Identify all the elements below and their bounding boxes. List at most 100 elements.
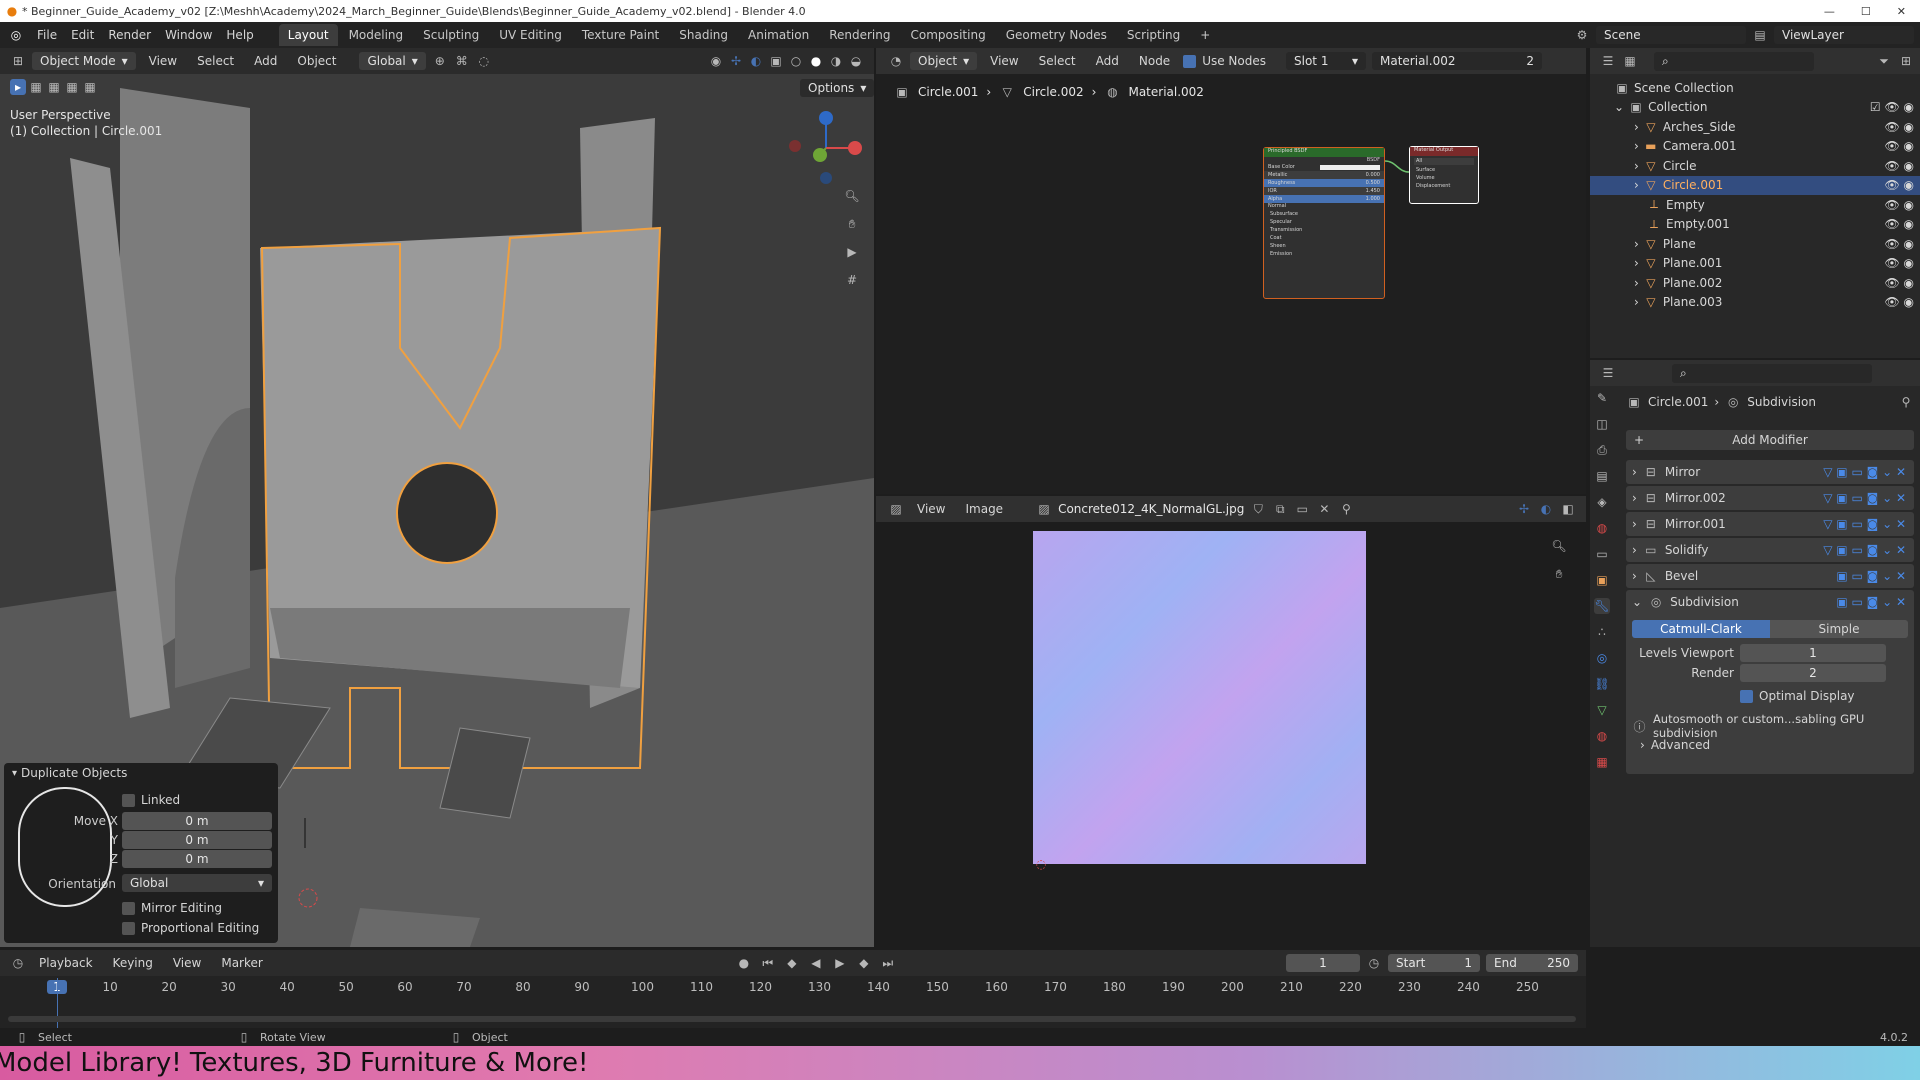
gizmo-icon[interactable]: ✢ bbox=[728, 53, 744, 69]
advanced-subpanel[interactable]: › Advanced bbox=[1640, 738, 1710, 752]
tab-animation[interactable]: Animation bbox=[739, 24, 818, 46]
visibility-icon[interactable]: 👁︎ ◉ bbox=[1884, 295, 1914, 309]
outliner-item[interactable]: › ▽ Plane.003 👁︎ ◉ bbox=[1590, 293, 1920, 313]
levels-viewport-field[interactable]: 1 bbox=[1740, 644, 1886, 662]
editor-type-icon[interactable]: ⊞ bbox=[10, 53, 26, 69]
outliner-item[interactable]: › ▬ Camera.001 👁︎ ◉ bbox=[1590, 137, 1920, 157]
record-icon[interactable]: ● bbox=[736, 955, 752, 971]
tab-scripting[interactable]: Scripting bbox=[1118, 24, 1189, 46]
tab-shading[interactable]: Shading bbox=[670, 24, 737, 46]
catmull-clark-button[interactable]: Catmull-Clark bbox=[1632, 620, 1770, 638]
menu-file[interactable]: File bbox=[30, 28, 64, 42]
ortho-grid-icon[interactable]: # bbox=[844, 272, 860, 288]
next-keyframe-icon[interactable]: ◆ bbox=[856, 955, 872, 971]
mirror-editing-checkbox[interactable] bbox=[122, 901, 135, 915]
visibility-icon[interactable]: ◉ bbox=[708, 53, 724, 69]
output-tab-icon[interactable]: ⎙ bbox=[1594, 442, 1610, 458]
visibility-icon[interactable]: 👁︎ ◉ bbox=[1884, 178, 1914, 192]
close-icon[interactable]: ✕ bbox=[1897, 5, 1906, 18]
display-channels-icon[interactable]: ◧ bbox=[1560, 501, 1576, 517]
proportional-editing-checkbox[interactable] bbox=[122, 921, 135, 935]
menu-help[interactable]: Help bbox=[219, 28, 260, 42]
outliner-item-selected[interactable]: › ▽ Circle.001 👁︎ ◉ bbox=[1590, 175, 1920, 195]
zoom-icon[interactable]: 🔍︎ bbox=[1551, 538, 1567, 554]
material-shading-icon[interactable]: ◑ bbox=[828, 53, 844, 69]
overlay-icon[interactable]: ◐ bbox=[748, 53, 764, 69]
modifier-toggles[interactable]: ▽ ▣ ▭ ◙ ⌄ ✕ bbox=[1823, 517, 1906, 531]
wireframe-shading-icon[interactable]: ○ bbox=[788, 53, 804, 69]
snap-icon[interactable]: ⌘ bbox=[454, 53, 470, 69]
gizmo-icon[interactable]: ✢ bbox=[1516, 501, 1532, 517]
tab-texture-paint[interactable]: Texture Paint bbox=[573, 24, 668, 46]
timeline-menu-marker[interactable]: Marker bbox=[214, 956, 269, 970]
view-layer-selector[interactable]: ViewLayer bbox=[1774, 26, 1914, 44]
tab-layout[interactable]: Layout bbox=[278, 24, 338, 46]
tab-compositing[interactable]: Compositing bbox=[901, 24, 994, 46]
xray-icon[interactable]: ▣ bbox=[768, 53, 784, 69]
start-frame-field[interactable]: Start 1 bbox=[1388, 954, 1480, 972]
outliner-item[interactable]: › ▽ Circle 👁︎ ◉ bbox=[1590, 156, 1920, 176]
modifier-toggles[interactable]: ▽ ▣ ▭ ◙ ⌄ ✕ bbox=[1823, 465, 1906, 479]
fake-user-icon[interactable]: ⛉ bbox=[1250, 501, 1266, 517]
editor-type-icon[interactable]: ▨ bbox=[888, 501, 904, 517]
viewport-menu-object[interactable]: Object bbox=[290, 54, 343, 68]
current-frame-field[interactable]: 1 bbox=[1286, 954, 1360, 972]
jump-end-icon[interactable]: ⏭ bbox=[880, 955, 896, 971]
viewport-menu-view[interactable]: View bbox=[142, 54, 184, 68]
shader-node-editor[interactable]: ◔ Object ▾ View Select Add Node Use Nodes… bbox=[876, 48, 1586, 494]
blender-menu-icon[interactable]: ◎ bbox=[8, 27, 24, 43]
proportional-icon[interactable]: ◌ bbox=[476, 53, 492, 69]
visibility-icon[interactable]: 👁︎ ◉ bbox=[1884, 276, 1914, 290]
image-name[interactable]: Concrete012_4K_NormalGL.jpg bbox=[1058, 502, 1244, 516]
render-tab-icon[interactable]: ◫ bbox=[1594, 416, 1610, 432]
move-x-field[interactable]: 0 m bbox=[122, 812, 272, 830]
image-menu-view[interactable]: View bbox=[910, 502, 952, 516]
tool-tab-icon[interactable]: ✎ bbox=[1594, 390, 1610, 406]
maximize-icon[interactable]: ☐ bbox=[1861, 5, 1871, 18]
tab-rendering[interactable]: Rendering bbox=[820, 24, 899, 46]
properties-editor[interactable]: ☰ ⌕ ✎ ◫ ⎙ ▤ ◈ ◍ ▭ ▣ 🔧︎ ∴ ◎ ⛓ ▽ ◍ ▦ ▣ Cir… bbox=[1590, 360, 1920, 947]
outliner-item[interactable]: › ▽ Plane.001 👁︎ ◉ bbox=[1590, 254, 1920, 274]
modifier-mirror-002[interactable]: › ⊟ Mirror.002 ▽ ▣ ▭ ◙ ⌄ ✕ bbox=[1626, 486, 1914, 510]
editor-type-icon[interactable]: ☰ bbox=[1600, 365, 1616, 381]
outliner-item[interactable]: › ▽ Arches_Side 👁︎ ◉ bbox=[1590, 117, 1920, 137]
tab-modeling[interactable]: Modeling bbox=[340, 24, 413, 46]
viewport-menu-select[interactable]: Select bbox=[190, 54, 241, 68]
outliner-item[interactable]: › ▽ Plane 👁︎ ◉ bbox=[1590, 234, 1920, 254]
menu-edit[interactable]: Edit bbox=[64, 28, 101, 42]
modifier-toggles[interactable]: ▣ ▭ ◙ ⌄ ✕ bbox=[1836, 595, 1906, 609]
new-image-icon[interactable]: ⧉ bbox=[1272, 501, 1288, 517]
modifier-toggles[interactable]: ▣ ▭ ◙ ⌄ ✕ bbox=[1836, 569, 1906, 583]
mode-selector[interactable]: Object Mode ▾ bbox=[32, 52, 136, 70]
visibility-icon[interactable]: 👁︎ ◉ bbox=[1884, 159, 1914, 173]
overlay-icon[interactable]: ◐ bbox=[1538, 501, 1554, 517]
image-menu-image[interactable]: Image bbox=[958, 502, 1010, 516]
modifier-bevel[interactable]: › ◺ Bevel ▣ ▭ ◙ ⌄ ✕ bbox=[1626, 564, 1914, 588]
3d-viewport[interactable]: ⊞ Object Mode ▾ View Select Add Object Gl… bbox=[0, 48, 874, 947]
visibility-icon[interactable]: 👁︎ ◉ bbox=[1884, 217, 1914, 231]
pan-hand-icon[interactable]: ✋︎ bbox=[844, 216, 860, 232]
timeline-menu-playback[interactable]: Playback bbox=[32, 956, 100, 970]
simple-button[interactable]: Simple bbox=[1770, 620, 1908, 638]
pin-icon[interactable]: ⚲ bbox=[1338, 501, 1354, 517]
outliner-item[interactable]: ⟂ Empty.001 👁︎ ◉ bbox=[1590, 215, 1920, 235]
modifier-mirror[interactable]: › ⊟ Mirror ▽ ▣ ▭ ◙ ⌄ ✕ bbox=[1626, 460, 1914, 484]
visibility-icon[interactable]: 👁︎ ◉ bbox=[1884, 256, 1914, 270]
timeline-ruler[interactable]: 1102030405060708090100110120130140150160… bbox=[0, 976, 1586, 1028]
timeline-menu-view[interactable]: View bbox=[166, 956, 208, 970]
timeline[interactable]: ◷ Playback Keying View Marker ● ⏮ ◆ ◀ ▶ … bbox=[0, 950, 1586, 1028]
add-workspace-icon[interactable]: + bbox=[1191, 24, 1219, 46]
filter-icon[interactable]: ⏷ bbox=[1876, 53, 1892, 69]
exclude-checkbox-icon[interactable]: ☑ 👁︎ ◉ bbox=[1870, 100, 1914, 114]
select-subtract-icon[interactable]: ▦ bbox=[64, 79, 80, 95]
move-z-field[interactable]: 0 m bbox=[122, 850, 272, 868]
select-invert-icon[interactable]: ▦ bbox=[82, 79, 98, 95]
select-extend-icon[interactable]: ▦ bbox=[46, 79, 62, 95]
visibility-icon[interactable]: 👁︎ ◉ bbox=[1884, 120, 1914, 134]
orientation-dropdown[interactable]: Global ▾ bbox=[122, 874, 272, 892]
chevron-down-icon[interactable]: ▾ bbox=[12, 768, 17, 779]
modifier-solidify[interactable]: › ▭ Solidify ▽ ▣ ▭ ◙ ⌄ ✕ bbox=[1626, 538, 1914, 562]
tab-uv-editing[interactable]: UV Editing bbox=[490, 24, 571, 46]
pan-hand-icon[interactable]: ✋︎ bbox=[1551, 566, 1567, 582]
modifier-subdivision[interactable]: ⌄ ◎ Subdivision ▣ ▭ ◙ ⌄ ✕ bbox=[1626, 590, 1914, 614]
